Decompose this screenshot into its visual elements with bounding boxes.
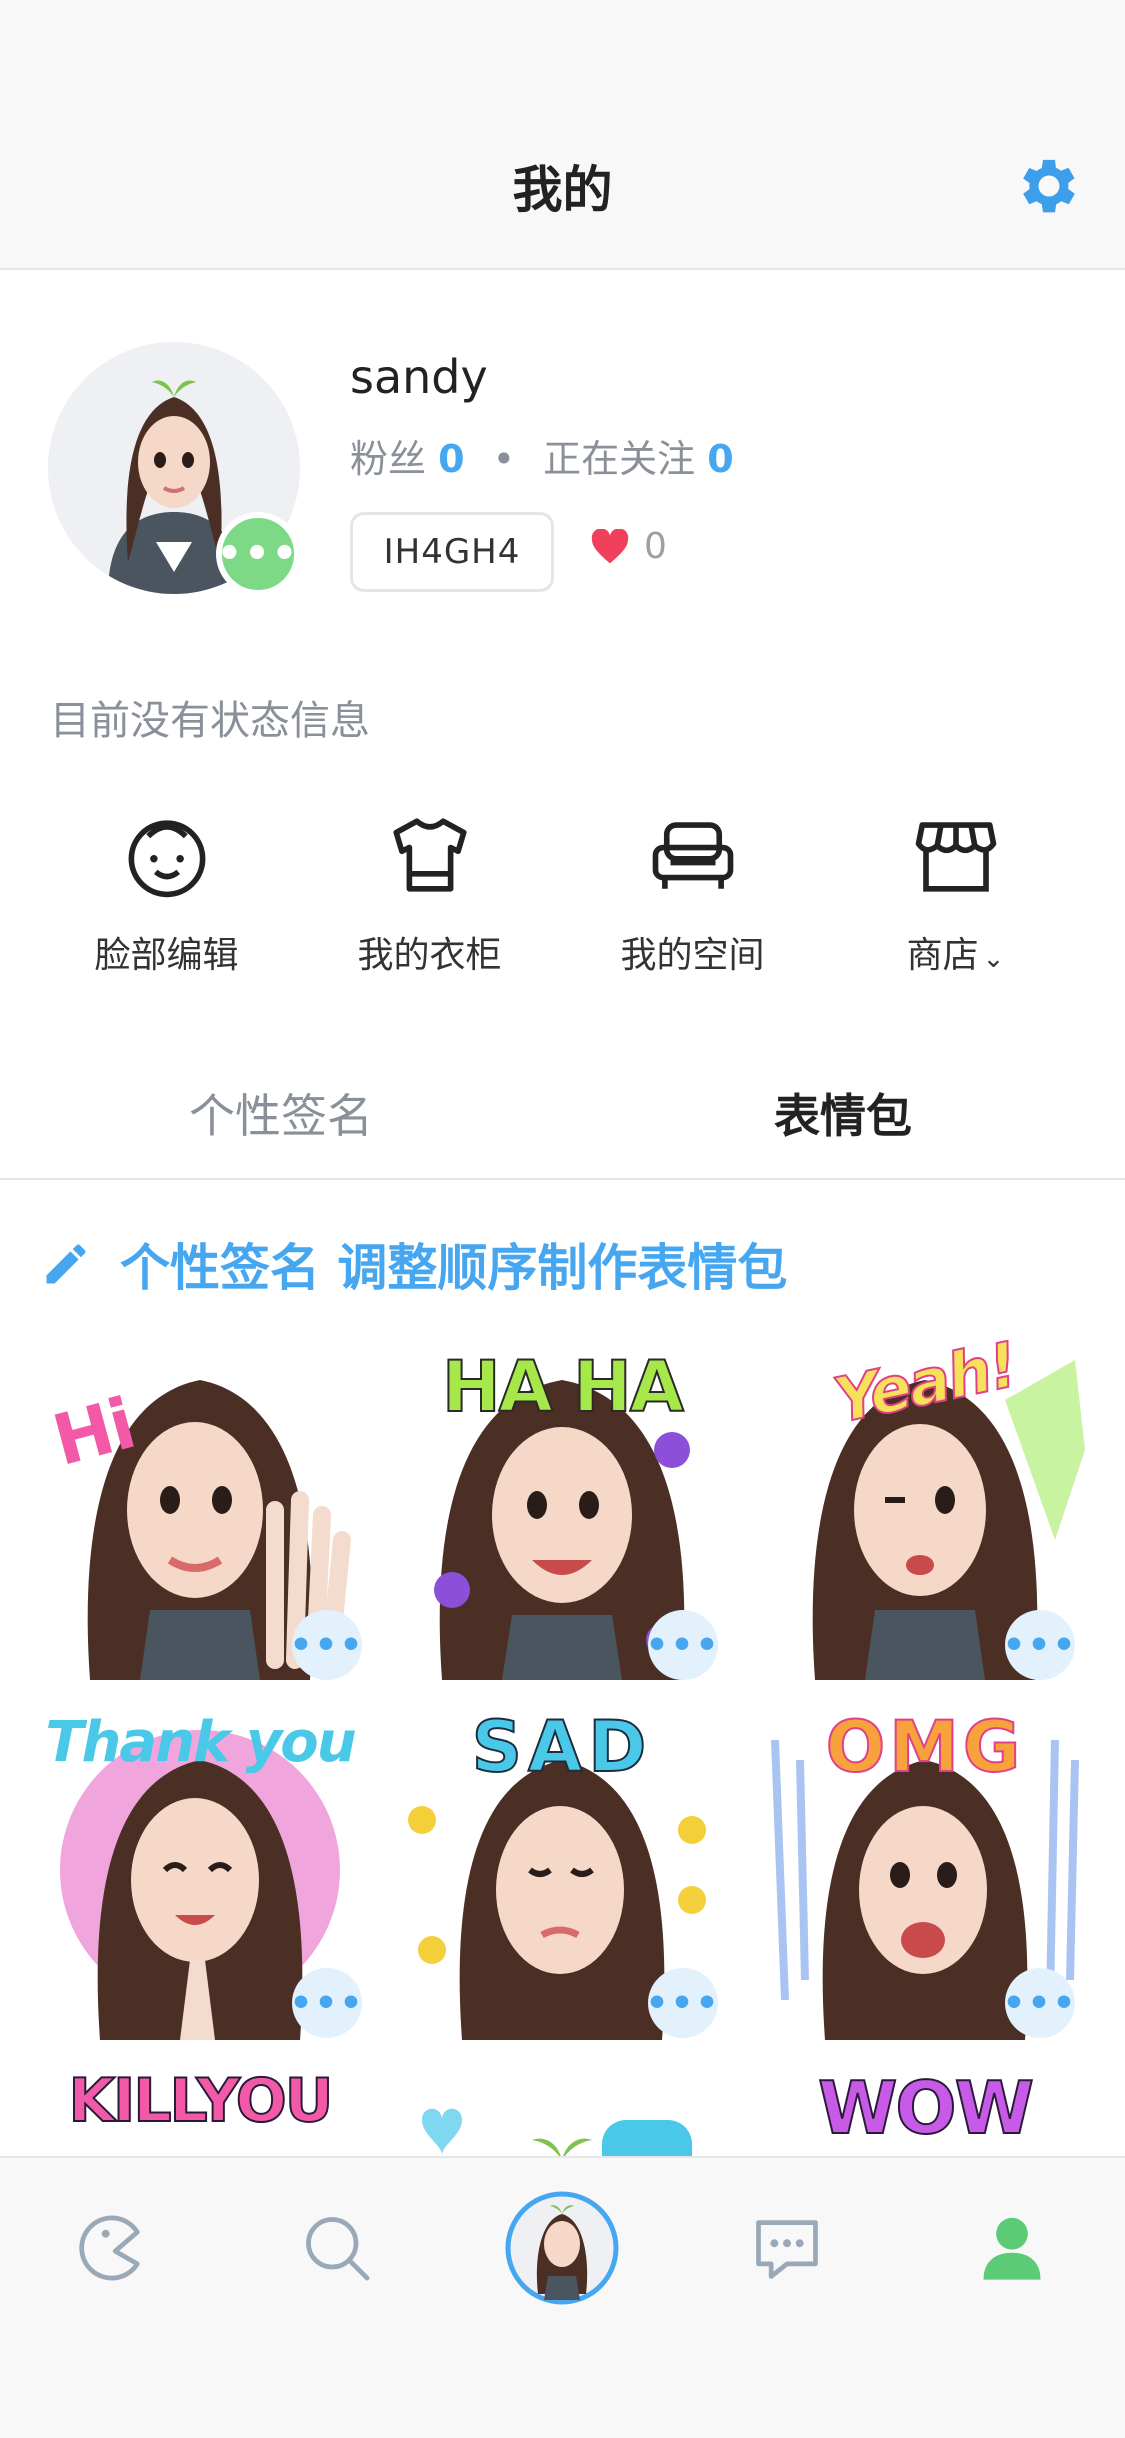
sticker-caption: OMG [825, 1705, 1025, 1789]
username: sandy [350, 350, 488, 404]
feature-menu: 脸部编辑 我的衣柜 我的空间 商店 ⌄ [0, 810, 1125, 980]
nav-chat[interactable] [727, 2188, 847, 2308]
search-icon [306, 2217, 370, 2281]
sticker-item[interactable]: WOW [755, 2060, 1095, 2156]
pacman-icon [79, 2215, 140, 2281]
followers-count[interactable]: 0 [438, 437, 464, 481]
bottom-navigation [0, 2156, 1125, 2438]
following-label[interactable]: 正在关注 [543, 437, 695, 481]
sticker-more-button[interactable]: ••• [289, 1610, 363, 1680]
sticker-more-button[interactable]: ••• [645, 1610, 719, 1680]
tab-stickers[interactable]: 表情包 [562, 1080, 1124, 1146]
sticker-more-button[interactable]: ••• [645, 1968, 719, 2038]
content-tabs: 个性签名 表情包 [0, 1060, 1125, 1180]
sticker-action-text: 个性签名 调整顺序制作表情包 [120, 1239, 788, 1297]
avatar-nav-icon [505, 2191, 619, 2305]
sticker-caption: WOW [817, 2065, 1035, 2151]
nav-search[interactable] [277, 2188, 397, 2308]
menu-wardrobe[interactable]: 我的衣柜 [289, 810, 570, 978]
status-message[interactable]: 目前没有状态信息 [50, 688, 370, 746]
user-id-chip[interactable]: IH4GH4 [350, 512, 554, 592]
menu-store[interactable]: 商店 ⌄ [815, 810, 1096, 978]
sticker-caption: KILLYOU [68, 2065, 335, 2137]
sticker-caption: Thank you [45, 1710, 356, 1775]
menu-label: 我的空间 [620, 935, 765, 976]
menu-label: 脸部编辑 [94, 935, 239, 976]
tshirt-icon [392, 818, 467, 892]
nav-avatar[interactable] [502, 2188, 622, 2308]
sticker-caption: SAD [471, 1705, 653, 1789]
sticker-grid: Hi HA HA Yeah! Thank you SAD OMG KILLYOU… [0, 1340, 1125, 2156]
sticker-more-button[interactable]: ••• [289, 1968, 363, 2038]
top-bar: 我的 [0, 0, 1125, 270]
chevron-down-icon: ⌄ [982, 944, 1005, 974]
follow-stats: 粉丝 0 • 正在关注 0 [350, 428, 734, 483]
menu-my-space[interactable]: 我的空间 [552, 810, 833, 978]
nav-home[interactable] [52, 2188, 172, 2308]
online-status-button[interactable]: ••• [216, 512, 300, 596]
following-count[interactable]: 0 [707, 437, 733, 481]
heart-icon [591, 528, 629, 563]
likes-count: 0 [644, 526, 667, 567]
sofa-icon [652, 822, 733, 889]
likes: 0 [590, 526, 667, 567]
sticker-item[interactable]: KILLYOU [30, 2060, 370, 2156]
sticker-more-button[interactable]: ••• [1002, 1610, 1076, 1680]
chat-icon [756, 2220, 818, 2279]
menu-label: 我的衣柜 [357, 935, 502, 976]
sticker-action-row[interactable]: 个性签名 调整顺序制作表情包 [40, 1228, 787, 1300]
sticker-caption: HA HA [441, 1345, 685, 1429]
menu-face-edit[interactable]: 脸部编辑 [26, 810, 307, 978]
gear-icon[interactable] [1013, 150, 1085, 222]
page-title: 我的 [512, 161, 613, 219]
sticker-item[interactable] [392, 2060, 732, 2156]
menu-label: 商店 ⌄ [906, 935, 1005, 976]
face-icon [128, 820, 205, 898]
followers-label[interactable]: 粉丝 [350, 437, 426, 481]
tab-signature[interactable]: 个性签名 [0, 1080, 562, 1146]
sticker-more-button[interactable]: ••• [1002, 1968, 1076, 2038]
pencil-icon [46, 1244, 86, 1284]
store-icon [915, 822, 996, 892]
nav-profile[interactable] [952, 2188, 1072, 2308]
person-icon [983, 2217, 1041, 2280]
separator-dot: • [492, 437, 516, 481]
